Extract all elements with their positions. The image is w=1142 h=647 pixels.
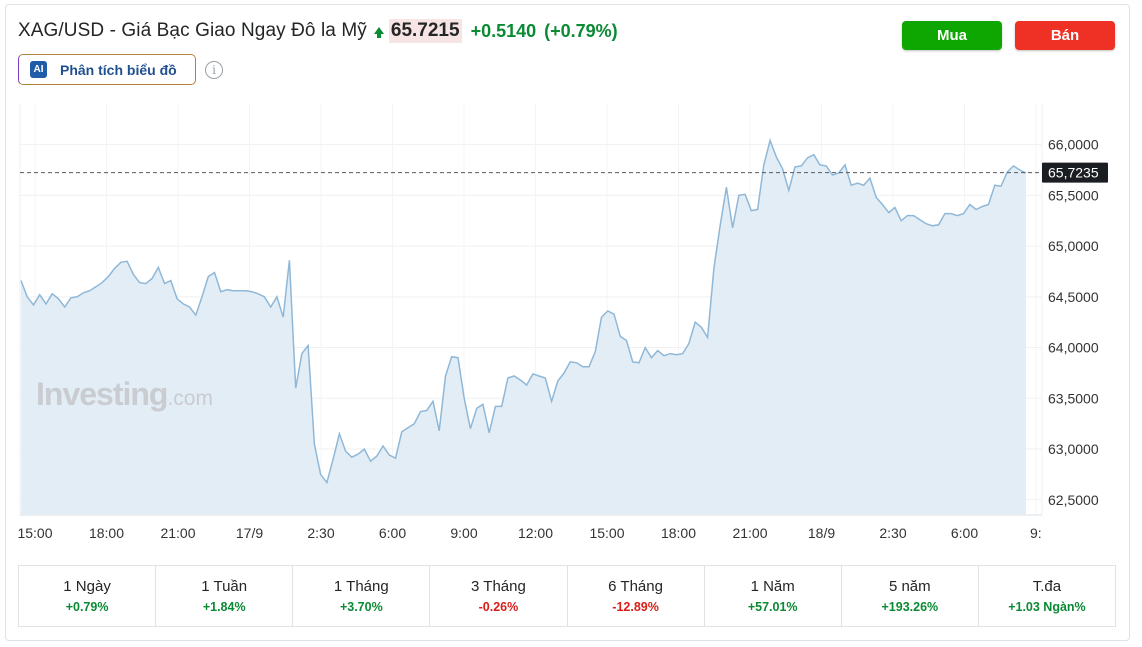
period-tab[interactable]: 6 Tháng -12.89% (568, 566, 705, 626)
x-tick-label: 9: (1030, 525, 1042, 541)
price-chart[interactable]: 66,0000 65,5000 65,0000 64,5000 64,0000 63,50… (0, 0, 1142, 560)
period-tab-label: 5 năm (888, 578, 931, 595)
x-tick-label: 2:30 (879, 525, 906, 541)
x-tick-label: 15:00 (17, 525, 52, 541)
period-tab-change: +3.70% (339, 600, 383, 614)
x-tick-label: 9:00 (450, 525, 477, 541)
x-tick-label: 12:00 (518, 525, 553, 541)
current-price-tag: 65,7235 (1042, 162, 1108, 183)
x-tick-label: 18:00 (661, 525, 696, 541)
period-tab-change: +1.03 Ngàn% (1008, 600, 1086, 614)
period-tab[interactable]: 3 Tháng -0.26% (430, 566, 568, 626)
period-tab[interactable]: T.đa +1.03 Ngàn% (979, 566, 1115, 626)
y-tick-label: 63,0000 (1048, 441, 1099, 457)
period-tab[interactable]: 1 Tuần +1.84% (156, 566, 294, 626)
y-axis: 66,0000 65,5000 65,0000 64,5000 64,0000 63,50… (1048, 137, 1099, 508)
y-tick-label: 66,0000 (1048, 137, 1099, 153)
period-tab-label: 3 Tháng (471, 578, 526, 595)
period-tab-change: -12.89% (612, 600, 659, 614)
x-tick-label: 6:00 (951, 525, 978, 541)
watermark-suffix: .com (167, 387, 213, 410)
period-tab[interactable]: 1 Ngày +0.79% (19, 566, 157, 626)
period-tab-change: +57.01% (747, 600, 798, 614)
y-tick-label: 65,0000 (1048, 238, 1099, 254)
period-tab-label: T.đa (1032, 578, 1062, 595)
y-tick-label: 63,5000 (1048, 390, 1099, 406)
period-tab-label: 1 Tuần (201, 578, 248, 595)
watermark-main: Investing (36, 376, 167, 412)
x-axis: 15:00 18:00 21:00 17/9 2:30 6:00 9:00 12:00 15:0… (17, 525, 1041, 541)
period-tab[interactable]: 1 Năm +57.01% (705, 566, 842, 626)
x-tick-label: 18:00 (89, 525, 124, 541)
period-tab[interactable]: 1 Tháng +3.70% (293, 566, 431, 626)
x-tick-label: 21:00 (160, 525, 195, 541)
x-tick-label: 18/9 (808, 525, 835, 541)
y-tick-label: 65,5000 (1048, 187, 1099, 203)
x-tick-label: 15:00 (589, 525, 624, 541)
period-tab-label: 6 Tháng (608, 578, 663, 595)
period-tab[interactable]: 5 năm +193.26% (842, 566, 979, 626)
period-tab-change: -0.26% (478, 600, 519, 614)
x-tick-label: 17/9 (236, 525, 263, 541)
period-tab-label: 1 Tháng (333, 578, 389, 595)
period-tab-label: 1 Năm (750, 578, 795, 595)
period-tab-label: 1 Ngày (63, 578, 111, 595)
period-tab-change: +0.79% (65, 600, 109, 614)
y-tick-label: 64,5000 (1048, 289, 1099, 305)
current-price-tag-label: 65,7235 (1048, 165, 1099, 181)
period-performance-tabs: 1 Ngày +0.79% 1 Tuần +1.84% 1 Tháng +3.70% 3 T… (18, 565, 1116, 627)
y-tick-label: 62,5000 (1048, 492, 1099, 508)
x-tick-label: 2:30 (307, 525, 334, 541)
y-tick-label: 64,0000 (1048, 340, 1099, 356)
period-tab-change: +1.84% (202, 600, 246, 614)
x-tick-label: 21:00 (732, 525, 767, 541)
period-tab-change: +193.26% (881, 600, 939, 614)
x-tick-label: 6:00 (379, 525, 406, 541)
